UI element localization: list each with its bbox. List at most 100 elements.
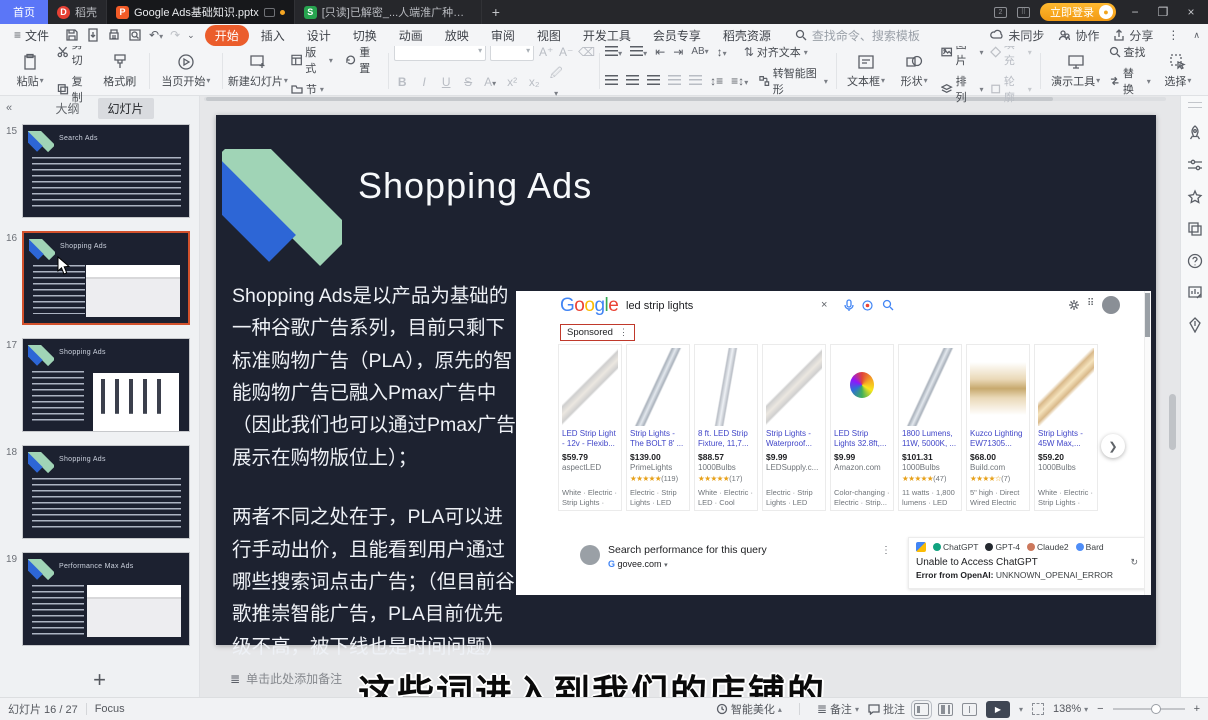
smart-features-icon[interactable] [1186,316,1204,334]
play-from-current-button[interactable]: 当页开始▾ [155,49,217,93]
superscript-button[interactable]: x² [504,75,520,89]
layers-icon[interactable] [1186,220,1204,238]
zoom-out-button[interactable]: − [1097,703,1103,715]
sync-status[interactable]: 未同步 [990,27,1044,44]
docer-tab[interactable]: D 稻壳 [48,0,107,24]
toolbar-options-caret-icon[interactable]: ⌄ [187,31,195,40]
collapse-ribbon-icon[interactable]: ∧ [1193,31,1200,40]
highlight-button[interactable]: 🖉▾ [548,64,564,99]
add-slide-button[interactable]: + [0,669,199,691]
menu-tab-会员专享[interactable]: 会员专享 [643,25,711,46]
tab-slides[interactable]: 幻灯片 [98,98,154,119]
menu-tab-开发工具[interactable]: 开发工具 [573,25,641,46]
text-box-button[interactable]: 文本框▾ [842,49,890,93]
undo-icon[interactable]: ↶▾ [149,29,163,41]
outline-button[interactable]: 轮廓▾ [987,72,1035,106]
menu-tab-审阅[interactable]: 审阅 [481,25,525,46]
print-icon[interactable] [107,28,121,42]
product-card[interactable]: Strip Lights - 45W Max,... $59.20 1000Bu… [1034,344,1098,511]
product-title[interactable]: Strip Lights - The BOLT 8' ... [630,429,686,450]
presentation-tools-button[interactable]: 演示工具▾ [1046,49,1106,93]
align-right-icon[interactable] [647,72,660,90]
strikethrough-button[interactable]: S [460,75,476,89]
object-properties-icon[interactable] [1186,156,1204,174]
ai-tab-ChatGPT[interactable]: ChatGPT [933,542,978,552]
product-card[interactable]: LED Strip Light - 12v - Flexib... $59.79… [558,344,622,511]
increase-font-icon[interactable]: A⁺ [538,45,554,59]
new-tab-button[interactable]: + [492,4,500,20]
close-button[interactable]: × [1182,5,1200,19]
slideshow-play-button[interactable]: ▶ [986,701,1010,718]
product-card[interactable]: Strip Lights - Waterproof... $9.99 LEDSu… [762,344,826,511]
slide-thumbnail-16[interactable]: 16 Shopping Ads [22,231,190,325]
minimize-button[interactable]: − [1126,5,1144,19]
zoom-knob[interactable] [1151,704,1161,714]
slideshow-options-caret[interactable]: ▾ [1019,705,1023,714]
document-tab-ppt[interactable]: P Google Ads基础知识.pptx [107,0,295,24]
product-card[interactable]: Strip Lights - The BOLT 8' ... $139.00 P… [626,344,690,511]
section-button[interactable]: 节▾ [288,80,383,98]
to-smart-graphic-button[interactable]: 转智能图形▾ [756,64,831,98]
zoom-level[interactable]: 138%▾ [1053,703,1088,715]
menu-tab-稻壳资源[interactable]: 稻壳资源 [713,25,781,46]
product-card[interactable]: Kuzco Lighting EW71305... $68.00 Build.c… [966,344,1030,511]
line-spacing-icon[interactable]: ↕≡ [710,75,723,87]
underline-button[interactable]: U [438,75,454,89]
zoom-slider[interactable] [1113,708,1185,710]
slide-title[interactable]: Shopping Ads [358,165,592,207]
replace-button[interactable]: 替换▾ [1106,64,1154,98]
distribute-icon[interactable] [689,72,702,90]
quick-tools-rocket-icon[interactable] [1186,124,1204,142]
vertical-scrollbar[interactable] [1169,104,1176,667]
save-icon[interactable] [65,28,79,42]
normal-view-button[interactable] [914,703,929,716]
product-title[interactable]: Kuzco Lighting EW71305... [970,429,1026,450]
notes-placeholder[interactable]: ≣ 单击此处添加备注 [230,670,342,687]
font-color-button[interactable]: A▾ [482,75,498,89]
collaborate-button[interactable]: 协作 [1058,27,1099,44]
slide-sorter-view-button[interactable] [938,703,953,716]
menu-tab-动画[interactable]: 动画 [389,25,433,46]
workspace-grid-icon[interactable]: ⠿ [1017,7,1030,18]
select-button[interactable]: 选择▾ [1154,49,1202,93]
arrange-button[interactable]: 排列▾ [938,72,986,106]
help-icon[interactable] [1186,252,1204,270]
menu-tab-放映[interactable]: 放映 [435,25,479,46]
ai-tab-Claude2[interactable]: Claude2 [1027,542,1069,552]
clear-format-icon[interactable]: ⌫ [578,45,594,59]
more-menu-icon[interactable]: ⋮ [1167,29,1179,41]
new-slide-button[interactable]: 新建幻灯片▾ [228,49,288,93]
comments-button[interactable]: 批注 [868,701,905,717]
product-title[interactable]: 8 ft. LED Strip Fixture, 11,7... [698,429,754,450]
product-card[interactable]: LED Strip Lights 32.8ft,... $9.99 Amazon… [830,344,894,511]
login-button[interactable]: 立即登录 ● [1040,3,1116,21]
increase-indent-icon[interactable]: ⇥ [673,46,683,58]
product-title[interactable]: Strip Lights - 45W Max,... [1038,429,1094,450]
justify-icon[interactable] [668,72,681,90]
effects-star-icon[interactable] [1186,188,1204,206]
chart-edit-icon[interactable] [1186,284,1204,302]
bold-button[interactable]: B [394,75,410,89]
redo-icon[interactable]: ↷ [170,29,180,41]
product-title[interactable]: LED Strip Light - 12v - Flexib... [562,429,618,450]
document-tab-sheet[interactable]: S [只读]已解密_...人端淮广种草bf [295,0,482,24]
focus-mode-label[interactable]: Focus [95,703,125,715]
slide-body-text[interactable]: Shopping Ads是以产品为基础的一种谷歌广告系列，目前只剩下标准购物广告… [232,280,516,663]
align-left-icon[interactable] [605,72,618,90]
format-painter-button[interactable]: 格式刷 [96,49,144,93]
copy-button[interactable]: 复制 [54,72,95,106]
decrease-indent-icon[interactable]: ⇤ [655,46,665,58]
slide-layout-button[interactable]: 版式▾ [288,43,336,77]
product-title[interactable]: LED Strip Lights 32.8ft,... [834,429,890,450]
subscript-button[interactable]: x₂ [526,75,542,89]
menu-tab-切换[interactable]: 切换 [343,25,387,46]
google-serp-screenshot[interactable]: Google led strip lights × ⠿ Sponsored ⋮ … [516,291,1151,595]
restore-button[interactable]: ❐ [1154,5,1172,19]
notes-button[interactable]: ≣ 备注▾ [817,701,859,717]
paste-button[interactable]: 粘贴▾ [6,49,54,93]
text-direction-icon[interactable]: ↕▾ [717,46,727,58]
decrease-font-icon[interactable]: A⁻ [558,45,574,59]
slide-canvas[interactable]: Shopping Ads Shopping Ads是以产品为基础的一种谷歌广告系… [216,115,1156,645]
menu-tab-设计[interactable]: 设计 [297,25,341,46]
slide-thumbnail-15[interactable]: 15 Search Ads [22,124,190,218]
